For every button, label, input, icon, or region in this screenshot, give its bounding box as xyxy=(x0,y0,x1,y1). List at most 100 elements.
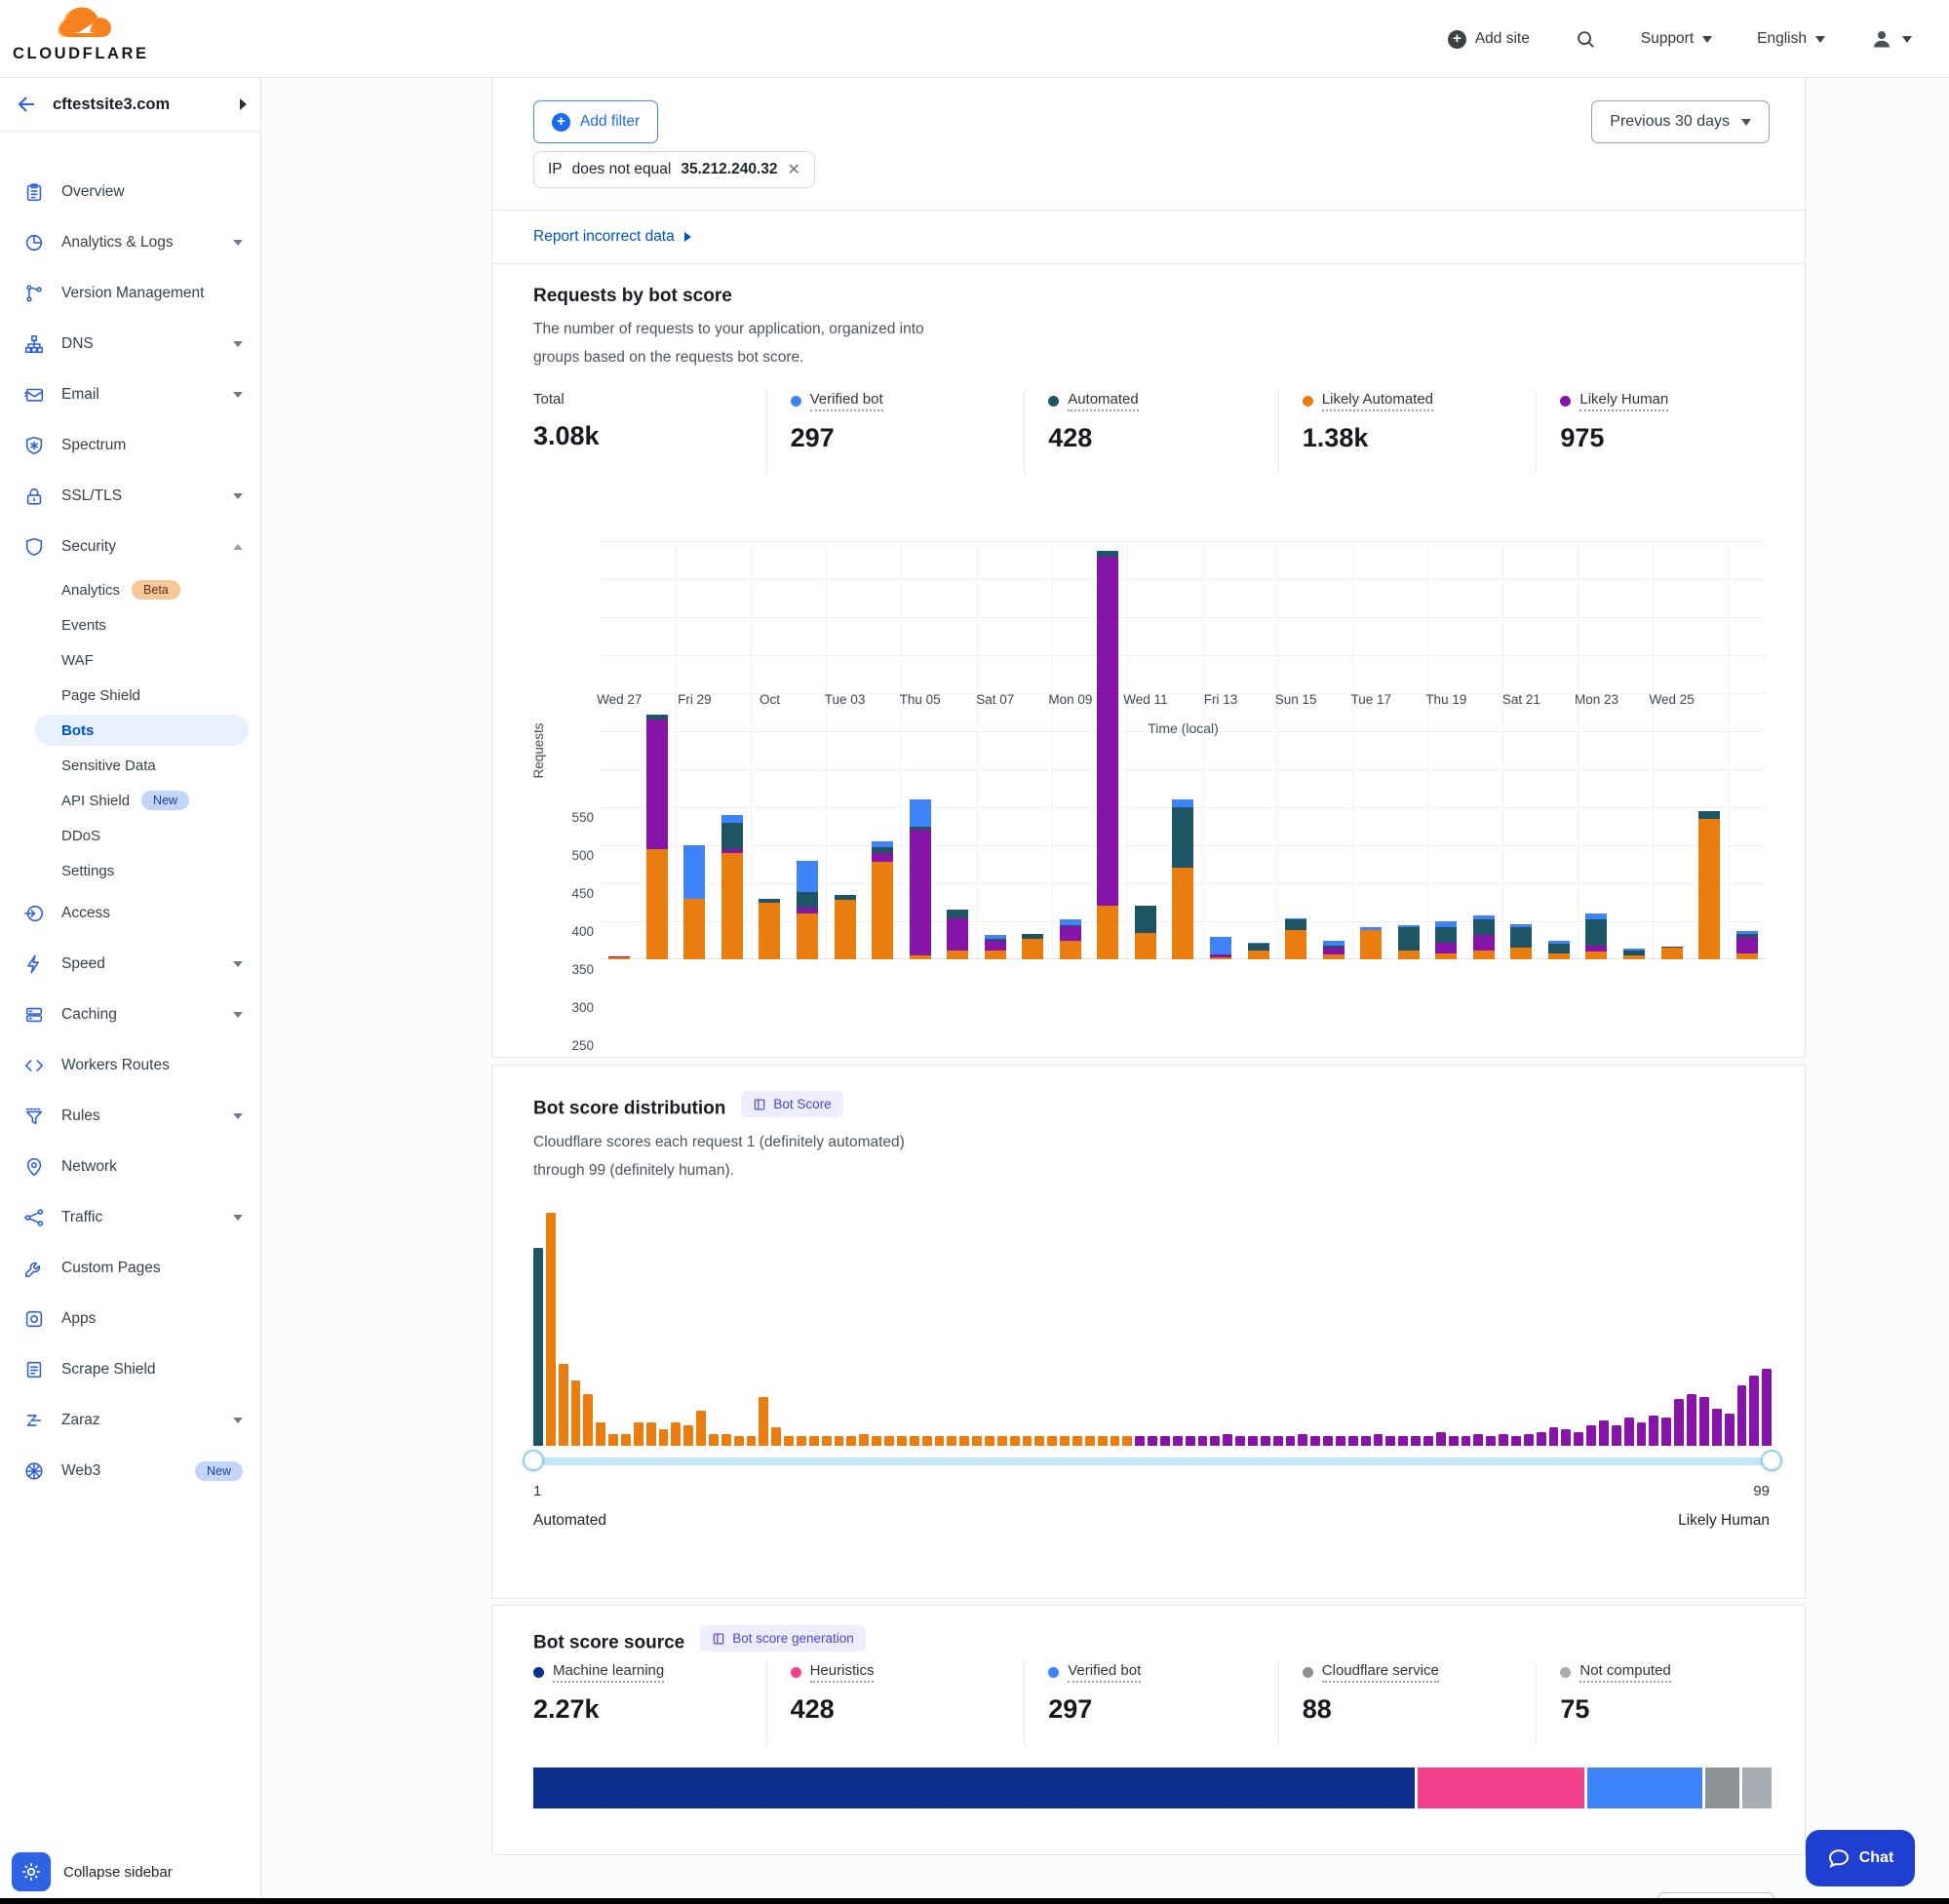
sidebar-item-custom-pages[interactable]: Custom Pages xyxy=(0,1243,260,1294)
chart-bar xyxy=(759,541,780,959)
cloudflare-logo[interactable]: CLOUDFLARE xyxy=(13,4,130,72)
sidebar-item-email[interactable]: Email xyxy=(0,369,260,420)
sidebar-item-sensitive-data[interactable]: Sensitive Data xyxy=(0,748,260,783)
histogram-bar xyxy=(1574,1432,1583,1446)
chat-button[interactable]: Chat xyxy=(1806,1830,1915,1886)
sidebar-item-dns[interactable]: DNS xyxy=(0,319,260,369)
preferences-button[interactable] xyxy=(12,1852,51,1891)
sidebar-item-security[interactable]: Security xyxy=(0,522,260,572)
histogram-bar xyxy=(1148,1436,1157,1446)
sidebar-item-caching[interactable]: Caching xyxy=(0,990,260,1040)
collapse-sidebar-button[interactable]: Collapse sidebar xyxy=(63,1864,173,1881)
filter-value: 35.212.240.32 xyxy=(681,161,777,178)
histogram-bar xyxy=(1612,1425,1621,1447)
filter-chip[interactable]: IP does not equal 35.212.240.32 ✕ xyxy=(533,151,815,188)
histogram-bar xyxy=(1310,1436,1320,1446)
sidebar-item-ssl-tls[interactable]: SSL/TLS xyxy=(0,471,260,522)
slider-right-label: Likely Human xyxy=(1678,1512,1770,1530)
sidebar-item-label: Sensitive Data xyxy=(61,758,156,774)
chevron-down-icon xyxy=(233,961,243,967)
sidebar-item-label: Access xyxy=(61,905,243,922)
score-range-slider[interactable] xyxy=(533,1457,1772,1465)
sidebar-item-workers-routes[interactable]: Workers Routes xyxy=(0,1040,260,1091)
sidebar-item-access[interactable]: Access xyxy=(0,888,260,939)
sidebar-item-web3[interactable]: Web3New xyxy=(0,1446,260,1496)
sidebar-item-label: DNS xyxy=(61,335,216,353)
date-range-dropdown[interactable]: Previous 30 days xyxy=(1591,100,1770,143)
language-menu[interactable]: English xyxy=(1757,30,1825,48)
sidebar-item-events[interactable]: Events xyxy=(0,607,260,642)
sidebar-item-rules[interactable]: Rules xyxy=(0,1091,260,1142)
new-badge: New xyxy=(195,1461,243,1481)
bot-score-badge[interactable]: Bot Score xyxy=(741,1091,842,1117)
add-site-button[interactable]: + Add site xyxy=(1448,30,1530,49)
chevron-down-icon xyxy=(233,240,243,246)
histogram-bar xyxy=(784,1436,794,1446)
histogram-bar xyxy=(1537,1432,1546,1446)
sidebar-item-settings[interactable]: Settings xyxy=(0,853,260,888)
sidebar-item-speed[interactable]: Speed xyxy=(0,939,260,990)
sidebar-item-page-shield[interactable]: Page Shield xyxy=(0,678,260,713)
site-name: cftestsite3.com xyxy=(53,96,226,114)
security-icon xyxy=(23,536,45,558)
chart-bar xyxy=(1097,541,1118,959)
stat-value: 88 xyxy=(1303,1694,1537,1725)
caching-icon xyxy=(23,1004,45,1026)
sidebar-item-waf[interactable]: WAF xyxy=(0,642,260,678)
histogram-bar xyxy=(1411,1436,1421,1446)
histogram-bar xyxy=(683,1425,693,1447)
stat-verified-bot: Verified bot297 xyxy=(766,391,1025,473)
sidebar-item-analytics[interactable]: AnalyticsBeta xyxy=(0,572,260,607)
sidebar-item-label: SSL/TLS xyxy=(61,487,216,505)
sidebar-item-label: Caching xyxy=(61,1006,216,1024)
histogram-bar xyxy=(1449,1436,1459,1446)
bot-score-generation-badge[interactable]: Bot score generation xyxy=(700,1625,866,1651)
histogram-bar xyxy=(1060,1436,1070,1446)
chevron-down-icon xyxy=(233,1113,243,1119)
chart-bar xyxy=(1585,541,1607,959)
top-header: CLOUDFLARE + Add site Support English xyxy=(0,0,1949,78)
sidebar-item-version-management[interactable]: Version Management xyxy=(0,268,260,319)
report-incorrect-data-link[interactable]: Report incorrect data xyxy=(533,228,691,246)
support-menu[interactable]: Support xyxy=(1641,30,1712,48)
chart-bar xyxy=(1285,541,1306,959)
sidebar-item-api-shield[interactable]: API ShieldNew xyxy=(0,783,260,818)
histogram-bar xyxy=(1699,1397,1709,1446)
histogram-bar xyxy=(1687,1394,1696,1446)
histogram-bar xyxy=(671,1422,681,1446)
sidebar-item-traffic[interactable]: Traffic xyxy=(0,1192,260,1243)
search-icon[interactable] xyxy=(1575,28,1596,50)
sidebar-item-overview[interactable]: Overview xyxy=(0,167,260,217)
histogram-bar xyxy=(1286,1436,1296,1446)
close-icon[interactable]: ✕ xyxy=(787,160,799,179)
sidebar-item-apps[interactable]: Apps xyxy=(0,1294,260,1344)
requests-chart: Requests 0501001502002503003504004505005… xyxy=(492,541,1807,959)
back-arrow-icon[interactable] xyxy=(16,93,39,116)
y-axis-label: Requests xyxy=(531,722,546,778)
sidebar-item-spectrum[interactable]: Spectrum xyxy=(0,420,260,471)
slider-left-label: Automated xyxy=(533,1512,606,1530)
sidebar-item-network[interactable]: Network xyxy=(0,1142,260,1192)
sidebar-item-bots[interactable]: Bots xyxy=(0,713,260,748)
slider-handle-min[interactable] xyxy=(523,1450,544,1471)
x-axis-ticks: Wed 27Fri 29OctTue 03Thu 05Sat 07Mon 09W… xyxy=(601,692,1766,712)
account-menu[interactable] xyxy=(1870,27,1912,51)
sidebar-item-scrape-shield[interactable]: Scrape Shield xyxy=(0,1344,260,1395)
histogram-bar xyxy=(872,1436,881,1446)
book-icon xyxy=(753,1098,766,1111)
sidebar-item-analytics-logs[interactable]: Analytics & Logs xyxy=(0,217,260,268)
histogram-bar xyxy=(797,1436,806,1446)
stat-value: 2.27k xyxy=(533,1694,766,1725)
sidebar-item-ddos[interactable]: DDoS xyxy=(0,818,260,853)
slider-max-value: 99 xyxy=(1753,1483,1770,1499)
chart-bar xyxy=(683,541,705,959)
sidebar-item-zaraz[interactable]: Zaraz xyxy=(0,1395,260,1446)
histogram-bar xyxy=(822,1436,832,1446)
sidebar-item-label: Overview xyxy=(61,183,243,201)
histogram-bar xyxy=(1725,1414,1735,1446)
slider-handle-max[interactable] xyxy=(1761,1450,1782,1471)
chevron-right-icon[interactable] xyxy=(240,98,247,110)
chart-bar xyxy=(1060,541,1081,959)
add-filter-button[interactable]: + Add filter xyxy=(533,100,658,143)
book-icon xyxy=(712,1632,725,1646)
